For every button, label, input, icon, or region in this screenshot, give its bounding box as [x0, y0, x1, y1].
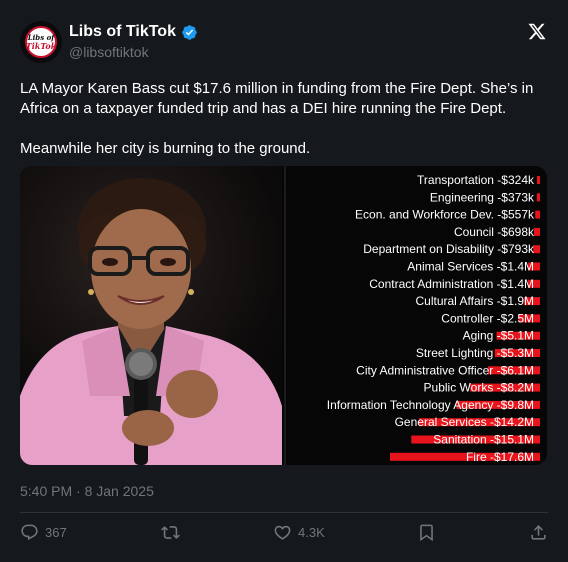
- author-handle[interactable]: @libsoftiktok: [69, 44, 149, 60]
- chart-bar-label: City Administrative Officer -$6.1M: [356, 363, 534, 377]
- like-count: 4.3K: [298, 524, 325, 540]
- retweet-icon: [161, 525, 180, 539]
- chart-bar: [534, 227, 540, 236]
- chart-bar-label: Sanitation -$15.1M: [433, 433, 534, 447]
- chart-bar-label: Council -$698k: [454, 225, 535, 239]
- chart-bar: [533, 245, 540, 254]
- x-logo-icon[interactable]: [527, 22, 547, 41]
- tweet-card: Libs of TikTok Libs of TikTok @libsoftik…: [0, 0, 568, 562]
- reply-count: 367: [45, 524, 67, 540]
- chart-bar: [537, 176, 540, 184]
- tweet-paragraph-2: Meanwhile her city is burning to the gro…: [20, 140, 311, 157]
- chart-bar-label: Fire -$17.6M: [466, 450, 534, 464]
- like-icon: [274, 525, 291, 540]
- chart-bar-label: Controller -$2.5M: [441, 311, 534, 325]
- chart-area: Transportation -$324k Engineering -$373k E…: [282, 166, 547, 465]
- avatar-text-2: TikTok: [25, 41, 57, 51]
- chart-bar-label: Animal Services -$1.4M: [407, 260, 534, 274]
- author-name-row[interactable]: Libs of TikTok: [69, 23, 198, 41]
- chart-bar: [535, 210, 540, 219]
- chart-bar-label: Contract Administration -$1.4M: [369, 277, 534, 291]
- reply-icon: [21, 524, 38, 540]
- avatar-logo: Libs of TikTok: [25, 26, 57, 58]
- verified-badge-icon: [182, 24, 197, 40]
- tweet-timestamp[interactable]: 5:40 PM · 8 Jan 2025: [20, 483, 154, 499]
- tweet-paragraph-1: LA Mayor Karen Bass cut $17.6 million in…: [20, 80, 534, 117]
- tweet-media[interactable]: Transportation -$324k Engineering -$373k E…: [20, 166, 547, 465]
- chart-bar-label: Engineering -$373k: [430, 190, 535, 204]
- funding-cuts-chart: Transportation -$324k Engineering -$373k E…: [284, 166, 540, 465]
- share-button[interactable]: [529, 520, 548, 544]
- divider: [20, 512, 548, 513]
- chart-bar-label: Street Lighting -$5.3M: [416, 346, 534, 360]
- avatar[interactable]: Libs of TikTok: [20, 21, 62, 63]
- chart-bar-label: Econ. and Workforce Dev. -$557k: [355, 208, 535, 222]
- chart-bar-label: Aging -$5.1M: [463, 329, 534, 343]
- author-name[interactable]: Libs of TikTok: [69, 23, 176, 41]
- chart-bar-label: Cultural Affairs -$1.9M: [416, 294, 535, 308]
- like-button[interactable]: 4.3K: [273, 520, 325, 544]
- bookmark-button[interactable]: [417, 520, 436, 544]
- chart-bar-label: Department on Disability -$793k: [363, 242, 535, 256]
- share-icon: [531, 524, 546, 540]
- reply-button[interactable]: 367: [20, 520, 67, 544]
- retweet-button[interactable]: [161, 520, 180, 544]
- chart-bar-label: Public Works -$8.2M: [424, 381, 534, 395]
- chart-bar-label: Information Technology Agency -$9.8M: [327, 398, 534, 412]
- photo-illustration: [20, 178, 286, 465]
- tweet-text: LA Mayor Karen Bass cut $17.6 million in…: [20, 79, 550, 159]
- chart-bar-label: Transportation -$324k: [417, 173, 535, 187]
- chart-bar: [536, 193, 540, 202]
- chart-bar-label: General Services -$14.2M: [395, 415, 534, 429]
- photo-karen-bass: [20, 166, 286, 465]
- bookmark-icon: [420, 524, 433, 541]
- action-bar: 367 4.3K: [20, 520, 548, 544]
